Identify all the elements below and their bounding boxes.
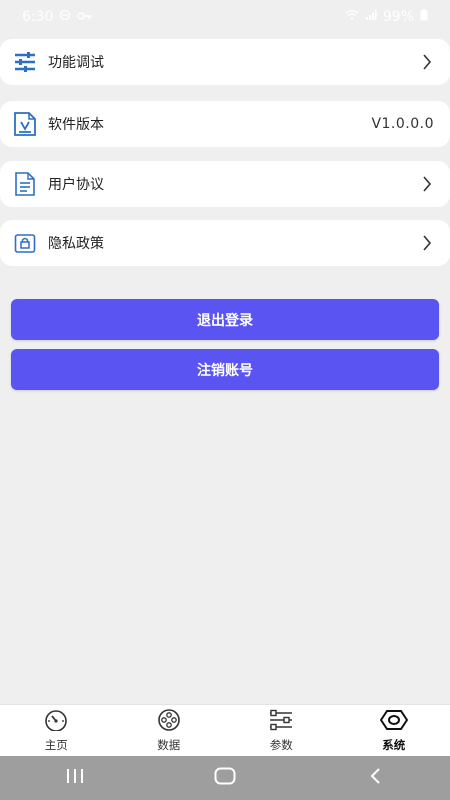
tab-system[interactable]: 系统 bbox=[338, 705, 450, 757]
cancel-account-button[interactable]: 注销账号 bbox=[11, 349, 439, 390]
battery-percent: 99% bbox=[382, 9, 414, 25]
home-button[interactable] bbox=[195, 758, 255, 798]
lock-id-icon bbox=[12, 230, 38, 256]
sliders-icon bbox=[12, 49, 38, 75]
tab-home[interactable]: 主页 bbox=[0, 705, 113, 757]
menu-item-user-agreement[interactable]: 用户协议 bbox=[0, 161, 450, 207]
home-icon bbox=[214, 767, 236, 789]
menu-item-label: 软件版本 bbox=[48, 117, 104, 133]
system-nav-bar bbox=[0, 756, 450, 800]
tab-data[interactable]: 数据 bbox=[113, 705, 226, 757]
recent-apps-button[interactable] bbox=[45, 758, 105, 798]
document-lines-icon bbox=[12, 171, 38, 197]
key-icon bbox=[77, 9, 93, 25]
back-button[interactable] bbox=[345, 758, 405, 798]
version-value: V1.0.0.0 bbox=[371, 116, 434, 132]
menu-item-software-version: 软件版本 V1.0.0.0 bbox=[0, 101, 450, 147]
battery-icon bbox=[420, 9, 428, 25]
chevron-right-icon bbox=[420, 233, 434, 253]
dnd-icon bbox=[59, 9, 71, 25]
menu-item-function-debug[interactable]: 功能调试 bbox=[0, 39, 450, 85]
menu-item-label: 隐私政策 bbox=[48, 236, 104, 252]
tab-label: 数据 bbox=[157, 738, 181, 752]
tab-parameters[interactable]: 参数 bbox=[225, 705, 338, 757]
menu-item-label: 功能调试 bbox=[48, 55, 104, 71]
status-bar: 6:30 99% bbox=[0, 0, 450, 34]
menu-item-privacy-policy[interactable]: 隐私政策 bbox=[0, 220, 450, 266]
film-reel-icon bbox=[156, 709, 182, 735]
back-icon bbox=[368, 767, 382, 789]
wifi-icon bbox=[345, 9, 359, 25]
parameters-icon bbox=[268, 709, 294, 735]
tab-label: 系统 bbox=[382, 738, 406, 752]
bottom-nav: 主页 数据 参数 系统 bbox=[0, 704, 450, 757]
chevron-right-icon bbox=[420, 52, 434, 72]
tab-label: 参数 bbox=[269, 738, 293, 752]
recent-apps-icon bbox=[65, 768, 85, 788]
signal-icon bbox=[365, 9, 377, 25]
chevron-right-icon bbox=[420, 174, 434, 194]
status-time: 6:30 bbox=[22, 9, 54, 25]
speedometer-icon bbox=[42, 709, 70, 735]
menu-item-label: 用户协议 bbox=[48, 177, 104, 193]
logout-button[interactable]: 退出登录 bbox=[11, 299, 439, 340]
tab-label: 主页 bbox=[44, 738, 68, 752]
hex-nut-icon bbox=[379, 709, 408, 735]
document-version-icon bbox=[12, 111, 38, 137]
